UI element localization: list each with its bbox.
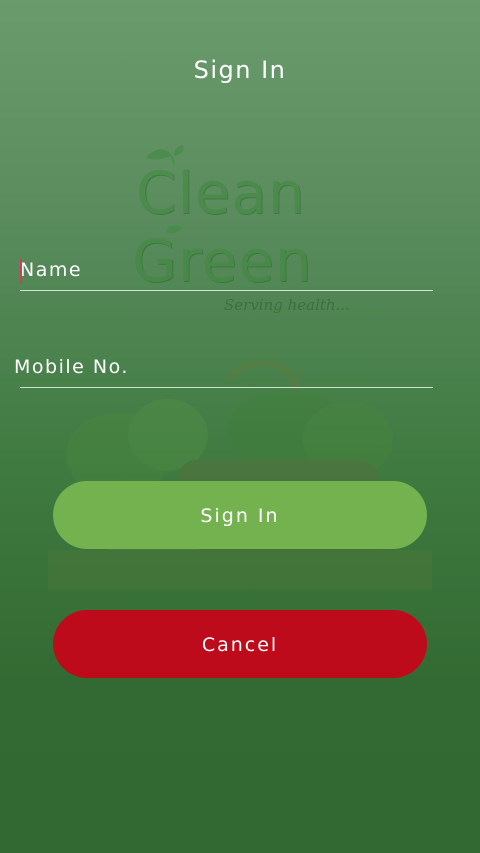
logo-tagline: Serving health...: [224, 296, 350, 314]
name-input[interactable]: [20, 250, 433, 290]
vegetable-basket-image: [48, 360, 432, 590]
brand-logo: Clean Green Serving health...: [130, 140, 350, 325]
mobile-input[interactable]: [14, 347, 427, 387]
name-field[interactable]: [20, 250, 433, 291]
cancel-button[interactable]: Cancel: [53, 610, 427, 678]
page-title: Sign In: [193, 56, 287, 84]
mobile-field[interactable]: [14, 347, 433, 388]
sign-in-button[interactable]: Sign In: [53, 481, 427, 549]
logo-word-clean: Clean: [136, 159, 306, 227]
text-cursor: [20, 259, 22, 283]
